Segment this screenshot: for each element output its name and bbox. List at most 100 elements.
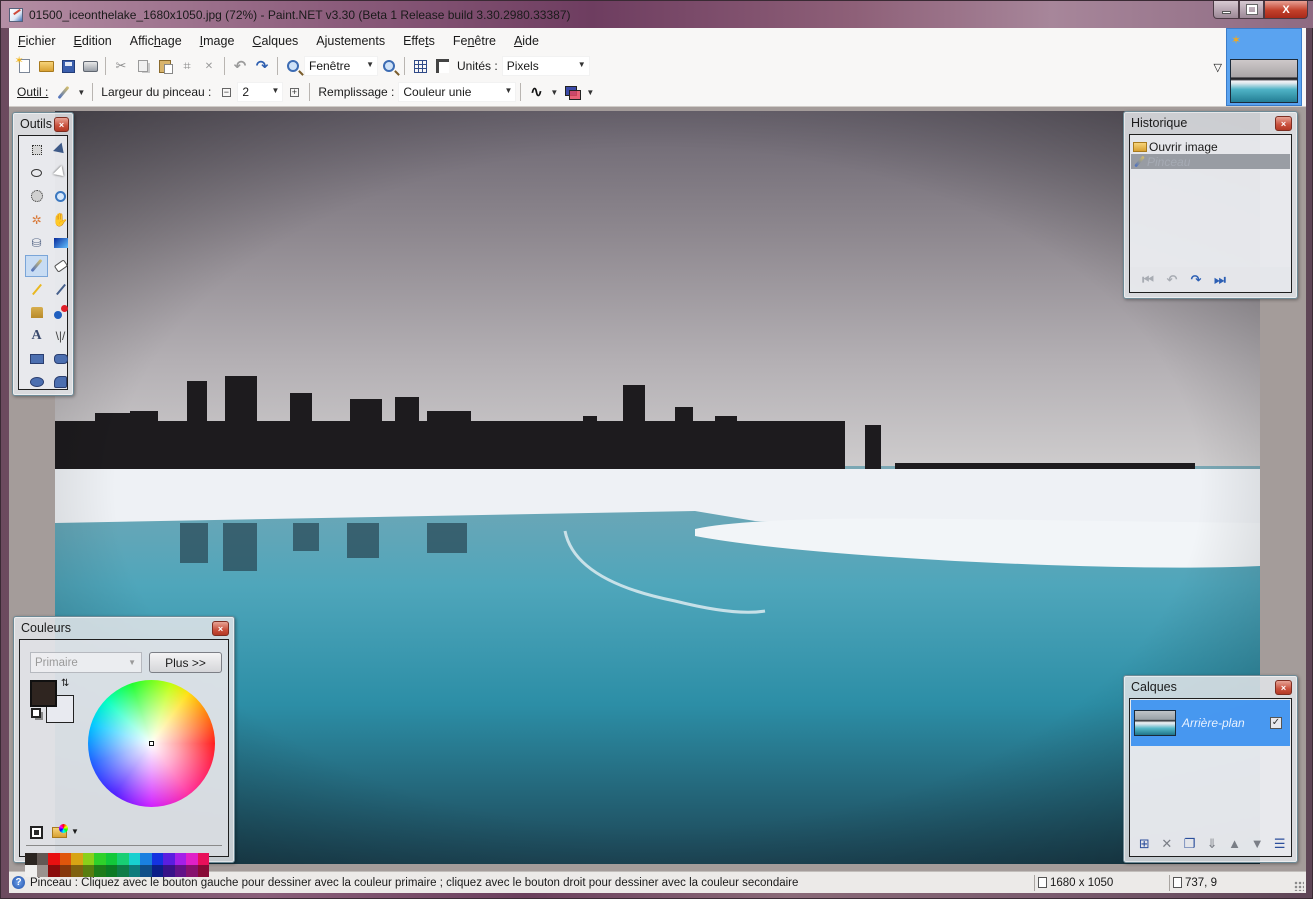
reset-colors-icon[interactable] <box>31 708 41 718</box>
units-combo[interactable]: Pixels ▼ <box>501 56 590 76</box>
tool-paint-bucket[interactable]: ⛁ <box>25 232 48 254</box>
tool-lasso-select[interactable] <box>25 162 48 184</box>
tool-ellipse-select[interactable] <box>25 185 48 207</box>
minimize-button[interactable] <box>1213 1 1239 19</box>
tool-zoom[interactable] <box>49 185 72 207</box>
tool-magic-wand[interactable]: ✲ <box>25 209 48 231</box>
zoom-out-button[interactable] <box>282 55 304 77</box>
image-canvas[interactable] <box>55 111 1260 864</box>
more-button[interactable]: Plus >> <box>149 652 222 673</box>
primary-color-swatch[interactable] <box>30 680 57 707</box>
palette-color-swatch[interactable] <box>36 865 48 877</box>
add-layer-icon[interactable]: ⊞ <box>1133 836 1156 852</box>
menu-fenetre[interactable]: Fenêtre <box>444 34 505 48</box>
palette-color-swatch[interactable] <box>48 865 60 877</box>
palette-color-swatch[interactable] <box>25 865 37 877</box>
maximize-button[interactable] <box>1239 1 1264 19</box>
menu-edition[interactable]: Edition <box>65 34 121 48</box>
palette-color-swatch[interactable] <box>128 853 140 865</box>
primary-secondary-select[interactable]: Primaire ▼ <box>30 652 142 673</box>
tool-gradient[interactable] <box>49 232 72 254</box>
palette-color-swatch[interactable] <box>151 865 163 877</box>
colors-palette-close-button[interactable]: × <box>212 621 229 636</box>
crop-to-selection-button[interactable]: ⌗ <box>176 55 198 77</box>
palette-color-swatch[interactable] <box>197 865 209 877</box>
close-button[interactable]: X <box>1264 1 1308 19</box>
tool-move-selection[interactable] <box>49 162 72 184</box>
chevron-down-icon[interactable]: ▼ <box>586 88 594 97</box>
open-button[interactable] <box>35 55 57 77</box>
save-button[interactable] <box>57 55 79 77</box>
increase-brush-width-button[interactable]: + <box>283 81 305 103</box>
tool-rounded-rectangle[interactable] <box>49 348 72 370</box>
menu-affichage[interactable]: Affichage <box>121 34 191 48</box>
color-wheel[interactable] <box>88 680 215 807</box>
redo-icon[interactable]: ↷ <box>1184 272 1208 288</box>
help-icon[interactable]: ? <box>12 876 25 889</box>
history-palette-close-button[interactable]: × <box>1275 116 1292 131</box>
palette-color-swatch[interactable] <box>71 853 83 865</box>
zoom-in-button[interactable] <box>378 55 400 77</box>
cut-button[interactable]: ✂ <box>110 55 132 77</box>
menu-ajustements[interactable]: Ajustements <box>307 34 394 48</box>
palette-color-swatch[interactable] <box>117 865 129 877</box>
chevron-down-icon[interactable]: ▼ <box>550 88 558 97</box>
history-palette[interactable]: Historique × Ouvrir image Pinceau ⏮ ↶ ↷ … <box>1123 111 1298 299</box>
tool-pan[interactable]: ✋ <box>49 209 72 231</box>
menu-calques[interactable]: Calques <box>243 34 307 48</box>
palette-color-swatch[interactable] <box>151 853 163 865</box>
menu-aide[interactable]: Aide <box>505 34 548 48</box>
redo-button[interactable]: ↷ <box>251 55 273 77</box>
image-list-dropdown-icon[interactable]: ▽ <box>1214 61 1222 74</box>
palette-color-swatch[interactable] <box>82 865 94 877</box>
history-item[interactable]: Ouvrir image <box>1131 139 1290 154</box>
chevron-down-icon[interactable]: ▼ <box>77 88 85 97</box>
swap-colors-icon[interactable]: ⇅ <box>61 678 69 689</box>
undo-button[interactable]: ↶ <box>229 55 251 77</box>
title-bar[interactable]: 01500_iceonthelake_1680x1050.jpg (72%) -… <box>1 1 1313 28</box>
rewind-icon[interactable]: ⏮ <box>1136 272 1160 288</box>
palette-color-swatch[interactable] <box>174 853 186 865</box>
move-layer-down-icon[interactable]: ▼ <box>1246 836 1269 851</box>
menu-fichier[interactable]: Fichier <box>9 34 65 48</box>
palette-color-swatch[interactable] <box>59 865 71 877</box>
palette-color-swatch[interactable] <box>94 865 106 877</box>
duplicate-layer-icon[interactable]: ❐ <box>1178 836 1201 852</box>
tool-rectangle-select[interactable] <box>25 139 48 161</box>
palette-color-swatch[interactable] <box>48 853 60 865</box>
fill-combo[interactable]: Couleur unie ▼ <box>398 82 517 102</box>
palette-color-swatch[interactable] <box>186 853 198 865</box>
color-wheel-cursor[interactable] <box>149 741 154 746</box>
tool-clone-stamp[interactable] <box>25 301 48 323</box>
tool-ellipse[interactable] <box>25 371 48 393</box>
palette-menu-icon[interactable] <box>52 824 68 838</box>
palette-color-swatch[interactable] <box>105 853 117 865</box>
delete-layer-icon[interactable]: ✕ <box>1156 836 1179 852</box>
tool-line-curve[interactable]: \|/ <box>49 325 72 347</box>
menu-effets[interactable]: Effets <box>394 34 444 48</box>
layers-palette-close-button[interactable]: × <box>1275 680 1292 695</box>
palette-color-swatch[interactable] <box>82 853 94 865</box>
tool-move-selected-pixels[interactable] <box>49 139 72 161</box>
paint-net-app-icon[interactable] <box>9 7 23 22</box>
palette-color-swatch[interactable] <box>25 853 37 865</box>
layer-visibility-checkbox[interactable]: ✓ <box>1270 717 1282 729</box>
undo-icon[interactable]: ↶ <box>1160 272 1184 288</box>
palette-color-swatch[interactable] <box>105 865 117 877</box>
grid-toggle-button[interactable] <box>409 55 431 77</box>
palette-color-swatch[interactable] <box>163 865 175 877</box>
fast-forward-icon[interactable]: ⏭ <box>1208 272 1232 288</box>
tools-palette[interactable]: Outils × ✲ ✋ ⛁ A \|/ <box>12 112 74 396</box>
tool-text[interactable]: A <box>25 325 48 347</box>
palette-color-swatch[interactable] <box>197 853 209 865</box>
new-button[interactable] <box>13 54 35 77</box>
paste-button[interactable] <box>154 55 176 77</box>
zoom-combo[interactable]: Fenêtre ▼ <box>304 56 378 76</box>
deselect-button[interactable]: ✕ <box>198 55 220 77</box>
colors-palette[interactable]: Couleurs × Primaire ▼ Plus >> ⇅ ▼ <box>13 616 235 877</box>
tool-pencil[interactable] <box>25 278 48 300</box>
palette-color-swatch[interactable] <box>94 853 106 865</box>
history-item[interactable]: Pinceau <box>1131 154 1290 169</box>
layer-row[interactable]: Arrière-plan ✓ <box>1131 700 1290 746</box>
brush-width-combo[interactable]: 2 ▼ <box>237 82 284 102</box>
